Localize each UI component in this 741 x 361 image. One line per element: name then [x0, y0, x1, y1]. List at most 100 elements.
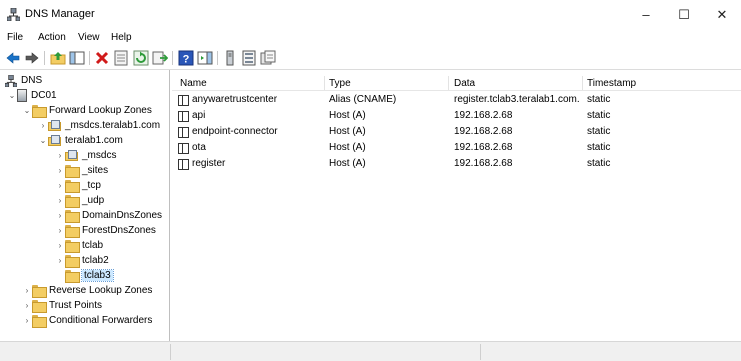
tree-item-forestdnszones[interactable]: › ForestDnsZones: [55, 223, 156, 238]
tree-item-trust-points[interactable]: › Trust Points: [22, 298, 102, 313]
tree-label-trust-points: Trust Points: [49, 300, 102, 311]
export-list-icon[interactable]: [152, 50, 168, 66]
tree-label-selected: tclab3: [81, 269, 114, 282]
chevron-right-icon[interactable]: ›: [55, 223, 65, 238]
minimize-button[interactable]: –: [627, 0, 665, 30]
refresh-icon[interactable]: [133, 50, 149, 66]
chevron-right-icon[interactable]: ›: [22, 283, 32, 298]
chevron-right-icon[interactable]: ›: [55, 163, 65, 178]
zone-icon: [48, 120, 61, 131]
tree-label-msdcs-zone: _msdcs.teralab1.com: [65, 120, 161, 131]
tree-item-tcp[interactable]: › _tcp: [55, 178, 101, 193]
tree-label-conditional-forwarders: Conditional Forwarders: [49, 315, 153, 326]
chevron-right-icon[interactable]: ›: [38, 118, 48, 133]
delegated-zone-icon: [65, 150, 78, 161]
table-row[interactable]: endpoint-connector Host (A) 192.168.2.68…: [172, 125, 741, 140]
record-timestamp: static: [587, 110, 611, 121]
menu-bar: File Action View Help: [0, 30, 741, 46]
folder-icon: [65, 270, 80, 283]
close-button[interactable]: ✕: [703, 0, 741, 30]
tree-item-forward-lookup-zones[interactable]: ⌄ Forward Lookup Zones: [22, 103, 152, 118]
menu-action[interactable]: Action: [38, 32, 66, 43]
tree-item-udp[interactable]: › _udp: [55, 193, 104, 208]
chevron-right-icon[interactable]: ›: [55, 238, 65, 253]
server-icon: [17, 89, 27, 102]
dns-record-icon: [178, 127, 189, 138]
window-title: DNS Manager: [25, 8, 95, 20]
folder-icon: [32, 105, 47, 118]
action-pane-icon[interactable]: [197, 50, 213, 66]
tree-item-domaindnszones[interactable]: › DomainDnsZones: [55, 208, 162, 223]
tree-item-sites[interactable]: › _sites: [55, 163, 108, 178]
tree-item-dns[interactable]: DNS: [5, 73, 42, 88]
chevron-right-icon[interactable]: ›: [55, 253, 65, 268]
column-header-name[interactable]: Name: [180, 78, 207, 89]
help-icon[interactable]: ?: [178, 50, 194, 66]
chevron-down-icon[interactable]: ⌄: [22, 103, 32, 118]
properties-icon[interactable]: [113, 50, 129, 66]
table-row[interactable]: register Host (A) 192.168.2.68 static: [172, 157, 741, 172]
tree-label-child: tclab: [82, 240, 104, 251]
record-type: Host (A): [329, 158, 366, 169]
chevron-right-icon[interactable]: ›: [22, 298, 32, 313]
tree-item-msdcs-zone[interactable]: › _msdcs.teralab1.com: [38, 118, 160, 133]
tree-item-tclab[interactable]: › tclab: [55, 238, 103, 253]
tree-label-child: ForestDnsZones: [82, 225, 156, 236]
table-row[interactable]: ota Host (A) 192.168.2.68 static: [172, 141, 741, 156]
menu-file[interactable]: File: [7, 32, 23, 43]
table-row[interactable]: api Host (A) 192.168.2.68 static: [172, 109, 741, 124]
delete-icon[interactable]: [94, 50, 110, 66]
up-folder-icon[interactable]: [50, 50, 66, 66]
column-header-type[interactable]: Type: [329, 78, 351, 89]
close-icon: ✕: [716, 7, 728, 22]
svg-text:?: ?: [183, 54, 190, 66]
menu-help[interactable]: Help: [111, 32, 132, 43]
toolbar: ?: [0, 46, 741, 70]
tree-item-tclab2[interactable]: › tclab2: [55, 253, 109, 268]
record-timestamp: static: [587, 126, 611, 137]
tree-label-child: _msdcs: [82, 150, 117, 161]
chevron-down-icon[interactable]: ⌄: [7, 88, 17, 103]
tree-item-reverse-lookup-zones[interactable]: › Reverse Lookup Zones: [22, 283, 152, 298]
chevron-right-icon[interactable]: ›: [55, 193, 65, 208]
show-hide-tree-icon[interactable]: [69, 50, 85, 66]
maximize-icon: ☐: [678, 7, 690, 22]
forward-arrow-icon[interactable]: [24, 50, 40, 66]
maximize-button[interactable]: ☐: [665, 0, 703, 30]
chevron-right-icon[interactable]: ›: [55, 148, 65, 163]
chevron-right-icon[interactable]: ›: [55, 208, 65, 223]
records-icon[interactable]: [260, 50, 276, 66]
tree-label-teralab-zone: teralab1.com: [65, 135, 123, 146]
tree-label-forward-zones: Forward Lookup Zones: [49, 105, 152, 116]
back-arrow-icon[interactable]: [5, 50, 21, 66]
dns-record-icon: [178, 95, 189, 106]
menu-view[interactable]: View: [78, 32, 100, 43]
column-header-data[interactable]: Data: [454, 78, 475, 89]
record-data: 192.168.2.68: [454, 142, 513, 153]
dns-record-icon: [178, 159, 189, 170]
dns-root-icon: [5, 74, 17, 87]
status-bar: [0, 341, 741, 361]
tree-item-msdcs[interactable]: › _msdcs: [55, 148, 116, 163]
tree-label-child: _udp: [82, 195, 105, 206]
table-row[interactable]: anywaretrustcenter Alias (CNAME) registe…: [172, 93, 741, 108]
folder-icon: [32, 285, 47, 298]
tree-item-tclab3[interactable]: tclab3: [55, 268, 114, 283]
record-type: Host (A): [329, 126, 366, 137]
folder-icon: [32, 300, 47, 313]
record-data: 192.168.2.68: [454, 110, 513, 121]
tree-item-teralab-zone[interactable]: ⌄ teralab1.com: [38, 133, 123, 148]
folder-icon: [65, 165, 80, 178]
server-icon[interactable]: [222, 50, 238, 66]
tree-item-dc01[interactable]: ⌄ DC01: [7, 88, 57, 103]
chevron-down-icon[interactable]: ⌄: [38, 133, 48, 148]
record-name: endpoint-connector: [192, 126, 278, 137]
tree-item-conditional-forwarders[interactable]: › Conditional Forwarders: [22, 313, 152, 328]
records-list: Name Type Data Timestamp anywaretrustcen…: [172, 70, 741, 341]
column-header-timestamp[interactable]: Timestamp: [587, 78, 636, 89]
chevron-right-icon[interactable]: ›: [22, 313, 32, 328]
chevron-right-icon[interactable]: ›: [55, 178, 65, 193]
list-view-icon[interactable]: [241, 50, 257, 66]
tree-label-child: DomainDnsZones: [82, 210, 163, 221]
tree-label-child: _tcp: [82, 180, 101, 191]
